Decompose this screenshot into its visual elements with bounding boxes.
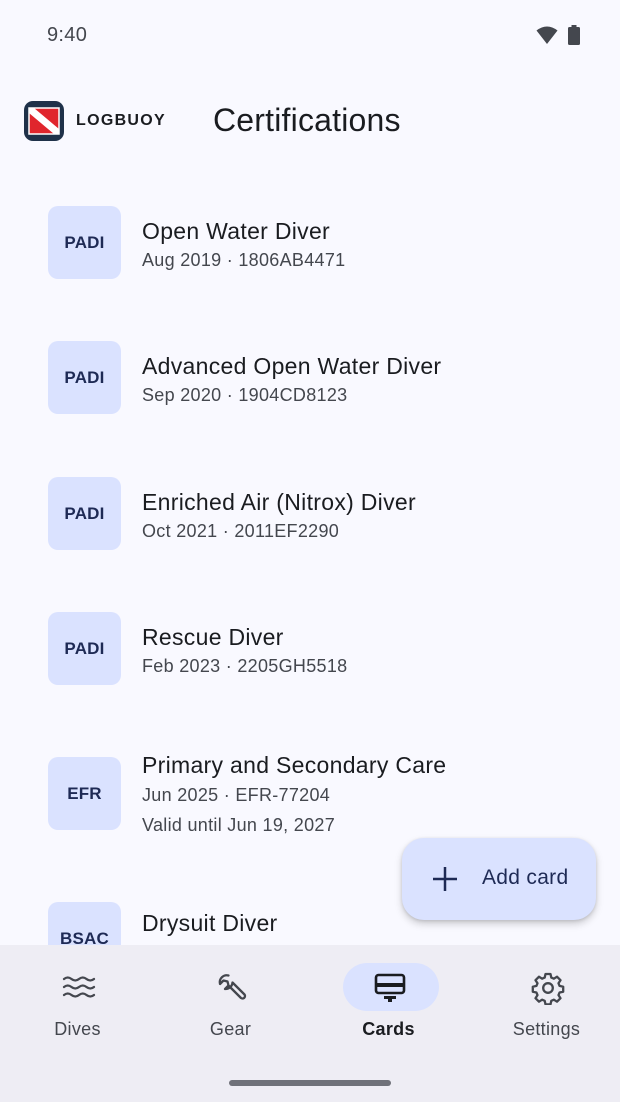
bottom-navigation: Dives Gear Cards Settings — [0, 945, 620, 1102]
certification-name: Rescue Diver — [142, 624, 284, 650]
nav-label: Dives — [54, 1019, 101, 1039]
certification-meta: Sep 2020 · 1904CD8123 — [142, 385, 348, 405]
certification-meta: Jun 2025 · EFR-77204 — [142, 785, 331, 805]
status-bar: 9:40 — [0, 0, 620, 74]
nav-label: Settings — [512, 1019, 581, 1039]
agency-badge: EFR — [48, 757, 121, 830]
certification-name: Primary and Secondary Care — [142, 752, 447, 778]
list-item[interactable]: PADI Rescue Diver Feb 2023 · 2205GH5518 — [0, 596, 620, 706]
certification-meta: Aug 2019 · 1806AB4471 — [142, 250, 346, 270]
nav-item-settings[interactable]: Settings — [469, 945, 620, 1055]
list-item[interactable]: PADI Enriched Air (Nitrox) Diver Oct 202… — [0, 461, 620, 571]
card-icon — [374, 973, 406, 1002]
gear-icon — [531, 972, 565, 1005]
wifi-icon — [536, 26, 558, 44]
add-card-button[interactable]: Add card — [402, 838, 596, 920]
nav-item-cards[interactable]: Cards — [311, 945, 466, 1055]
certification-list: PADI Open Water Diver Aug 2019 · 1806AB4… — [0, 170, 620, 945]
nav-label: Cards — [362, 1019, 415, 1039]
home-indicator[interactable] — [229, 1080, 391, 1086]
agency-badge: PADI — [48, 206, 121, 279]
battery-icon — [568, 25, 580, 45]
plus-icon — [433, 867, 457, 891]
agency-badge: PADI — [48, 612, 121, 685]
certification-name: Open Water Diver — [142, 218, 331, 244]
page-title: Certifications — [213, 102, 401, 138]
status-icons — [536, 25, 580, 45]
list-item[interactable]: PADI Open Water Diver Aug 2019 · 1806AB4… — [0, 190, 620, 300]
top-app-bar: LOGBUOY Certifications — [0, 88, 620, 156]
agency-badge: BSAC — [48, 902, 121, 945]
nav-item-gear[interactable]: Gear — [153, 945, 308, 1055]
list-item[interactable]: PADI Advanced Open Water Diver Sep 2020 … — [0, 325, 620, 435]
certification-name: Drysuit Diver — [142, 910, 278, 936]
brand-name: LOGBUOY — [76, 112, 166, 129]
screen: 9:40 LOGBUOY Certifications PADI Open Wa… — [0, 0, 620, 1102]
agency-badge: PADI — [48, 477, 121, 550]
nav-item-dives[interactable]: Dives — [0, 945, 155, 1055]
certification-validity: Valid until Jun 19, 2027 — [142, 815, 336, 835]
certification-meta: Oct 2021 · 2011EF2290 — [142, 521, 340, 541]
add-card-label: Add card — [482, 866, 569, 889]
agency-badge: PADI — [48, 341, 121, 414]
dive-flag-logo-icon — [24, 101, 64, 141]
wrench-icon — [218, 974, 247, 1000]
nav-label: Gear — [209, 1019, 252, 1039]
certification-meta: Feb 2023 · 2205GH5518 — [142, 656, 348, 676]
status-time: 9:40 — [47, 24, 88, 46]
certification-name: Enriched Air (Nitrox) Diver — [142, 489, 416, 515]
waves-icon — [62, 976, 96, 998]
certification-name: Advanced Open Water Diver — [142, 353, 442, 379]
